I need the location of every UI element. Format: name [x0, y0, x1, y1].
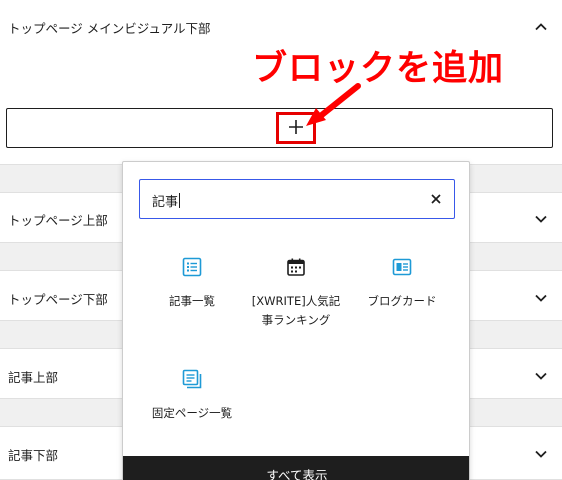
chevron-down-icon[interactable]: [534, 212, 548, 226]
block-item-post-list[interactable]: 記事一覧: [137, 256, 247, 311]
browse-all-label: すべて表示: [266, 468, 328, 480]
block-item-page-list[interactable]: 固定ページ一覧: [137, 368, 247, 423]
chevron-up-icon[interactable]: [534, 20, 548, 34]
close-icon[interactable]: [428, 191, 444, 207]
block-item-popular-ranking[interactable]: [XWRITE]人気記事ランキング: [241, 256, 351, 330]
annotation-arrow: [306, 83, 361, 126]
chevron-down-icon[interactable]: [534, 447, 548, 461]
annotation-label: ブロックを追加: [252, 49, 505, 89]
block-item-label: 記事一覧: [169, 294, 215, 308]
block-search-value[interactable]: 記事: [152, 191, 181, 210]
panel-title: 記事上部: [8, 370, 59, 385]
block-item-label: 固定ページ一覧: [151, 406, 233, 420]
card-icon: [392, 258, 412, 276]
panel-title: 記事下部: [8, 448, 59, 463]
calendar-icon: [287, 258, 305, 276]
panel-title: トップページ下部: [8, 292, 108, 307]
browse-all-button[interactable]: すべて表示: [123, 456, 469, 480]
panel-title: トップページ上部: [8, 213, 108, 228]
block-inserter-popover: 記事 記事一覧 [XWRITE]人気記事ランキング ブログカード 固定ページ一覧…: [122, 161, 470, 480]
panel-title: トップページ メインビジュアル下部: [8, 21, 211, 36]
block-item-blog-card[interactable]: ブログカード: [347, 256, 457, 311]
block-item-label: [XWRITE]人気記事ランキング: [251, 294, 341, 327]
pages-icon: [182, 369, 202, 389]
block-item-label: ブログカード: [367, 294, 437, 308]
chevron-down-icon[interactable]: [534, 291, 548, 305]
block-search-input[interactable]: 記事: [139, 179, 455, 219]
chevron-down-icon[interactable]: [534, 369, 548, 383]
list-icon: [182, 257, 202, 277]
